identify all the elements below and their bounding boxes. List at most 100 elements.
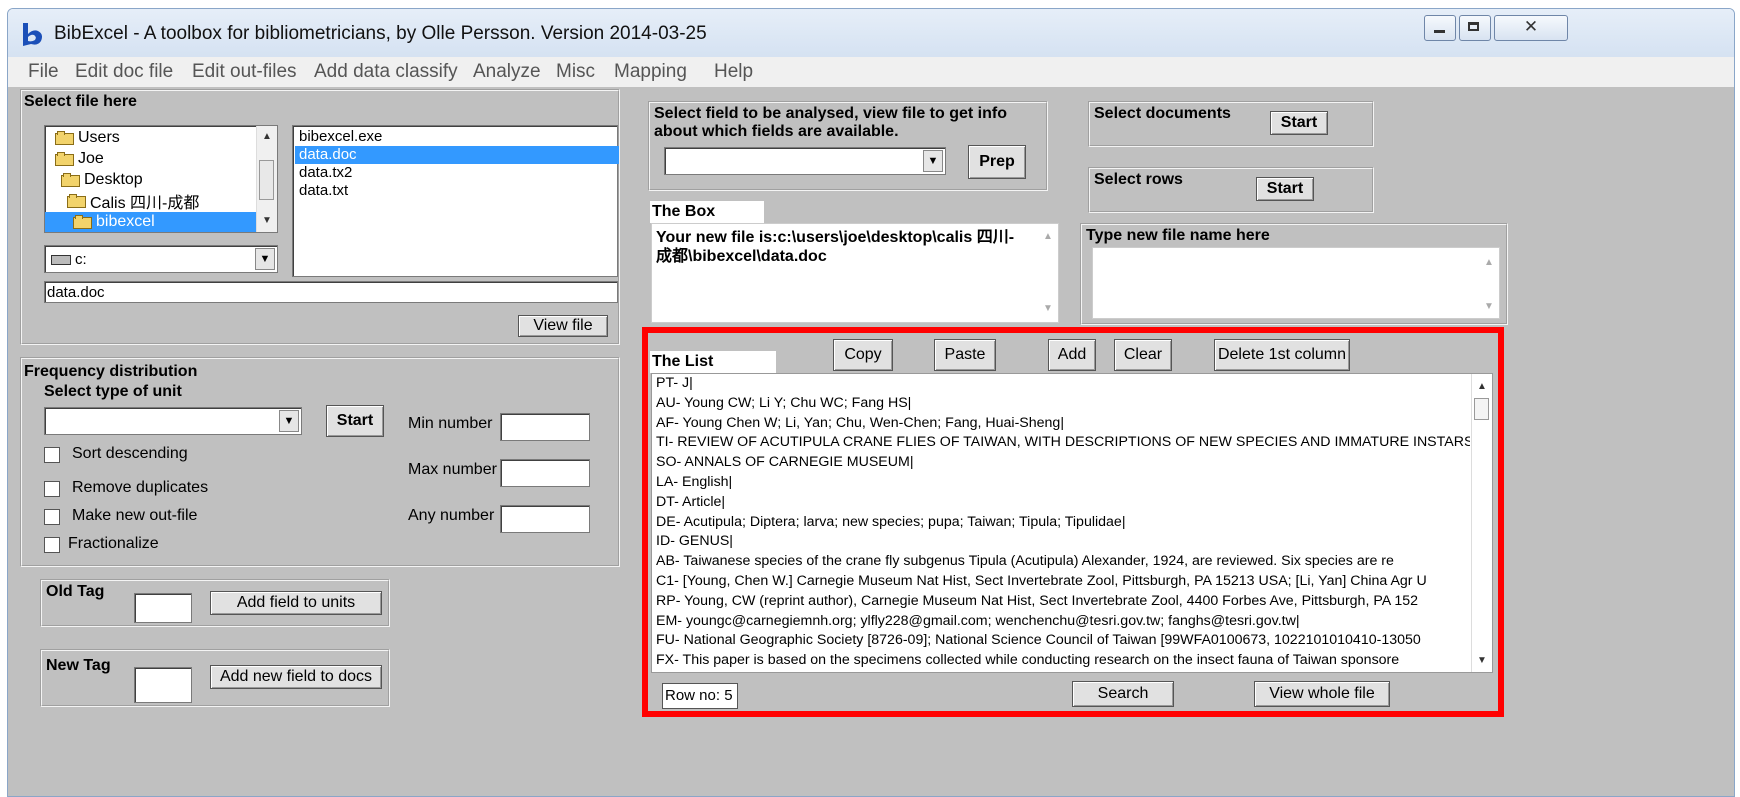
paste-button[interactable]: Paste: [934, 339, 996, 371]
folder-users[interactable]: Users: [55, 128, 120, 148]
scroll-down-icon[interactable]: ▼: [257, 212, 277, 230]
menu-mapping[interactable]: Mapping: [614, 61, 687, 83]
list-line: TI- REVIEW OF ACUTIPULA CRANE FLIES OF T…: [656, 434, 1470, 451]
scroll-up-icon[interactable]: ▲: [1038, 228, 1058, 246]
new-file-name-scrollbar[interactable]: ▲ ▼: [1479, 248, 1499, 318]
menu-edit-doc-file[interactable]: Edit doc file: [75, 61, 173, 83]
new-file-name-input[interactable]: ▲ ▼: [1092, 247, 1500, 319]
scroll-up-icon[interactable]: ▲: [1479, 254, 1499, 272]
list-line: AF- Young Chen W; Li, Yan; Chu, Wen-Chen…: [656, 414, 1065, 431]
folder-tree[interactable]: Users Joe Desktop Calis 四川-成都 bibexcel ▲…: [44, 125, 278, 233]
fractionalize-label: Fractionalize: [68, 535, 159, 552]
min-number-label: Min number: [408, 415, 493, 432]
unit-type-select[interactable]: ▼: [44, 407, 302, 435]
folder-label: Desktop: [84, 171, 143, 188]
select-documents-label: Select documents: [1094, 105, 1231, 122]
scroll-up-icon[interactable]: ▲: [1472, 378, 1492, 396]
list-line: SO- ANNALS OF CARNEGIE MUSEUM|: [656, 454, 914, 471]
list-line: AB- Taiwanese species of the crane fly s…: [656, 553, 1394, 570]
clear-button[interactable]: Clear: [1114, 339, 1172, 371]
fractionalize-checkbox[interactable]: [44, 537, 60, 553]
folder-label: Joe: [78, 150, 104, 167]
filename-field[interactable]: data.doc: [44, 281, 618, 303]
the-list-textarea[interactable]: PT- J| AU- Young CW; Li Y; Chu WC; Fang …: [651, 373, 1493, 673]
folder-open-icon: [67, 194, 87, 208]
filename-value: data.doc: [47, 284, 105, 301]
select-file-panel: Select file here Users Joe Desktop Calis…: [20, 89, 620, 345]
close-icon: ✕: [1523, 17, 1539, 36]
scroll-thumb[interactable]: [259, 160, 274, 200]
add-field-to-units-button[interactable]: Add field to units: [210, 591, 382, 615]
select-field-panel: Select field to be analysed, view file t…: [648, 101, 1048, 191]
the-box-text-area[interactable]: Your new file is:c:\users\joe\desktop\ca…: [651, 223, 1059, 323]
old-tag-panel: Old Tag Add field to units: [40, 579, 390, 627]
unit-type-label: Select type of unit: [44, 383, 182, 400]
folder-open-icon: [55, 152, 75, 166]
add-button[interactable]: Add: [1048, 339, 1096, 371]
list-line: ID- GENUS|: [656, 533, 733, 550]
close-button[interactable]: ✕: [1494, 15, 1568, 41]
scroll-down-icon[interactable]: ▼: [1472, 652, 1492, 670]
list-line: C1- [Young, Chen W.] Carnegie Museum Nat…: [656, 572, 1427, 589]
folder-tree-scrollbar[interactable]: ▲ ▼: [256, 126, 277, 232]
minimize-button[interactable]: [1424, 15, 1456, 41]
maximize-button[interactable]: [1459, 15, 1491, 41]
scroll-down-icon[interactable]: ▼: [1479, 298, 1499, 316]
search-button[interactable]: Search: [1072, 681, 1174, 707]
file-item[interactable]: data.txt: [297, 182, 350, 200]
row-number-text: Row no: 5: [665, 687, 733, 704]
menu-file[interactable]: File: [28, 61, 59, 83]
menu-edit-out-files[interactable]: Edit out-files: [192, 61, 297, 83]
file-item[interactable]: data.tx2: [297, 164, 354, 182]
folder-desktop[interactable]: Desktop: [61, 170, 143, 190]
menu-misc[interactable]: Misc: [556, 61, 595, 83]
menu-add-data-classify[interactable]: Add data classify: [314, 61, 458, 83]
min-number-input[interactable]: [500, 413, 590, 441]
remove-duplicates-label: Remove duplicates: [72, 479, 209, 496]
prep-button[interactable]: Prep: [968, 145, 1026, 179]
list-line: LA- English|: [656, 473, 733, 490]
file-item[interactable]: bibexcel.exe: [297, 128, 384, 146]
folder-calis[interactable]: Calis 四川-成都: [67, 191, 199, 212]
max-number-input[interactable]: [500, 459, 590, 487]
window-title: BibExcel - A toolbox for bibliometrician…: [54, 23, 707, 44]
the-box-heading: The Box: [650, 201, 764, 223]
view-file-button[interactable]: View file: [518, 315, 608, 337]
the-box-scrollbar[interactable]: ▲ ▼: [1038, 224, 1058, 322]
scroll-down-icon[interactable]: ▼: [1038, 300, 1058, 318]
maximize-icon: [1468, 22, 1479, 31]
old-tag-input[interactable]: [134, 593, 192, 623]
list-line: RP- Young, CW (reprint author), Carnegie…: [656, 592, 1419, 609]
folder-label: Users: [78, 129, 120, 146]
chevron-down-icon[interactable]: ▼: [923, 150, 943, 172]
copy-button[interactable]: Copy: [833, 339, 893, 371]
remove-duplicates-checkbox[interactable]: [44, 481, 60, 497]
new-tag-label: New Tag: [46, 657, 111, 674]
new-tag-input[interactable]: [134, 667, 192, 703]
file-item-selected[interactable]: data.doc: [295, 146, 619, 164]
scroll-thumb[interactable]: [1474, 398, 1489, 420]
sort-descending-checkbox[interactable]: [44, 447, 60, 463]
folder-bibexcel[interactable]: bibexcel: [45, 212, 257, 232]
scroll-up-icon[interactable]: ▲: [257, 128, 277, 146]
frequency-start-button[interactable]: Start: [326, 405, 384, 437]
minimize-icon: [1434, 30, 1445, 33]
menu-analyze[interactable]: Analyze: [473, 61, 541, 83]
field-select[interactable]: ▼: [664, 147, 946, 175]
frequency-panel: Frequency distribution Select type of un…: [20, 357, 620, 567]
select-documents-start-button[interactable]: Start: [1270, 111, 1328, 135]
delete-1st-column-button[interactable]: Delete 1st column: [1214, 339, 1350, 371]
view-whole-file-button[interactable]: View whole file: [1254, 681, 1390, 707]
chevron-down-icon[interactable]: ▼: [279, 410, 299, 432]
select-rows-start-button[interactable]: Start: [1256, 177, 1314, 201]
any-number-input[interactable]: [500, 505, 590, 533]
max-number-label: Max number: [408, 461, 497, 478]
chevron-down-icon[interactable]: ▼: [255, 248, 275, 270]
make-new-out-file-checkbox[interactable]: [44, 509, 60, 525]
menu-help[interactable]: Help: [714, 61, 753, 83]
file-list[interactable]: bibexcel.exe data.doc data.tx2 data.txt: [292, 125, 619, 277]
the-list-scrollbar[interactable]: ▲ ▼: [1471, 374, 1492, 672]
drive-select[interactable]: c: ▼: [44, 245, 278, 273]
add-new-field-to-docs-button[interactable]: Add new field to docs: [210, 665, 382, 689]
folder-joe[interactable]: Joe: [55, 149, 104, 169]
